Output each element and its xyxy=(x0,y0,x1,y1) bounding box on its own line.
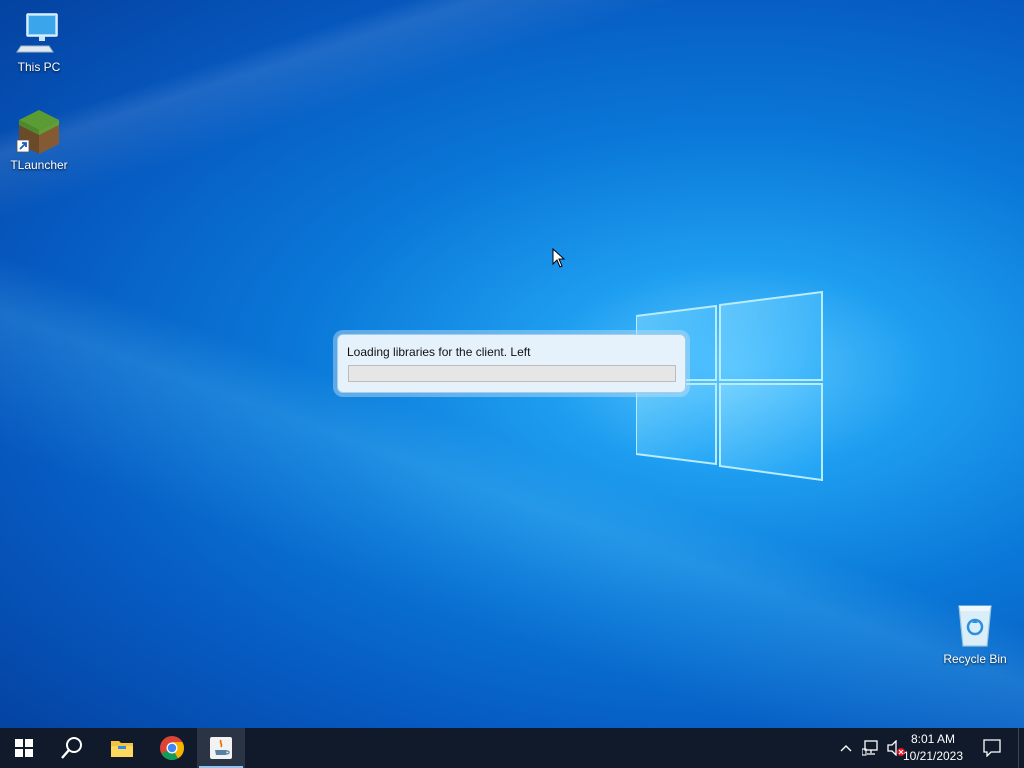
show-hidden-icons-button[interactable] xyxy=(836,728,856,768)
search-button[interactable] xyxy=(48,728,96,768)
loading-message: Loading libraries for the client. Left xyxy=(347,345,531,359)
notifications-button[interactable] xyxy=(980,728,1004,768)
start-button[interactable] xyxy=(0,728,48,768)
folder-icon xyxy=(111,741,133,757)
desktop-icon-label: This PC xyxy=(17,60,61,74)
windows-start-icon xyxy=(15,739,33,757)
search-icon xyxy=(61,737,82,759)
chrome-button[interactable] xyxy=(148,728,196,768)
network-icon xyxy=(862,740,878,756)
show-desktop-button[interactable] xyxy=(1018,728,1024,768)
desktop-icon-this-pc[interactable]: This PC xyxy=(3,10,75,74)
mouse-cursor-icon xyxy=(552,248,566,268)
this-pc-icon xyxy=(15,10,63,58)
java-icon xyxy=(210,737,232,759)
loading-dialog: Loading libraries for the client. Left xyxy=(337,334,686,393)
clock[interactable]: 8:01 AM 10/21/2023 xyxy=(898,731,968,765)
desktop-icon-recycle-bin[interactable]: Recycle Bin xyxy=(939,602,1011,666)
tlauncher-icon xyxy=(15,108,63,156)
java-button[interactable] xyxy=(197,728,245,768)
clock-date: 10/21/2023 xyxy=(902,749,964,763)
progress-bar xyxy=(348,365,676,382)
desktop-icon-tlauncher[interactable]: TLauncher xyxy=(3,108,75,172)
taskbar: 8:01 AM 10/21/2023 xyxy=(0,728,1024,768)
chrome-icon xyxy=(160,736,184,761)
desktop-icon-label: TLauncher xyxy=(10,158,68,172)
recycle-bin-icon xyxy=(951,602,999,650)
chevron-up-icon xyxy=(840,745,852,752)
clock-time: 8:01 AM xyxy=(910,732,956,746)
desktop-icon-label: Recycle Bin xyxy=(943,652,1007,666)
network-button[interactable] xyxy=(860,728,882,768)
file-explorer-button[interactable] xyxy=(98,728,146,768)
notification-icon xyxy=(983,739,1001,757)
